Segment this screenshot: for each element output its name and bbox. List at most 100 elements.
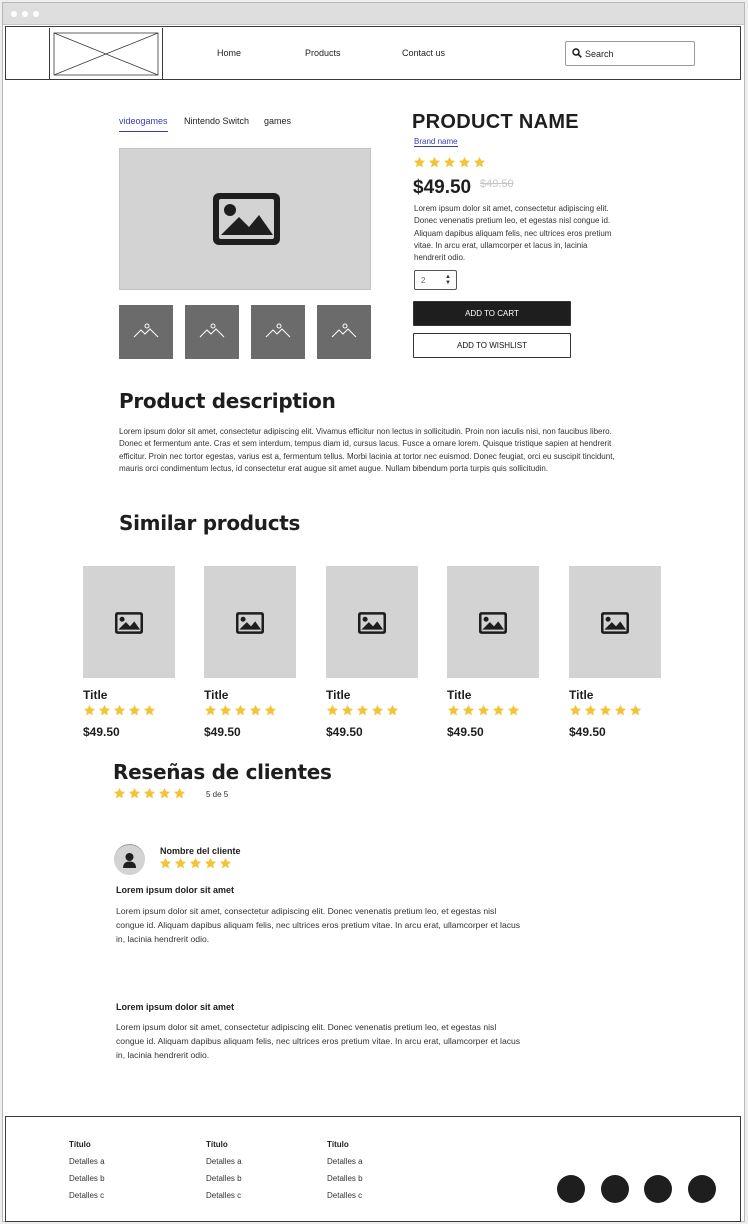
reviewer-rating xyxy=(159,857,232,870)
star-icon xyxy=(189,857,202,869)
similar-product-rating xyxy=(204,704,277,717)
window-dot-icon[interactable] xyxy=(33,11,39,17)
brand-link[interactable]: Brand name xyxy=(414,137,458,147)
star-icon xyxy=(204,857,217,869)
social-icon[interactable] xyxy=(601,1175,629,1203)
star-icon xyxy=(249,704,262,716)
description-heading: Product description xyxy=(119,389,336,413)
similar-product-title[interactable]: Title xyxy=(447,688,471,702)
similar-product-rating xyxy=(326,704,399,717)
window-dot-icon[interactable] xyxy=(22,11,28,17)
star-icon xyxy=(234,704,247,716)
nav-link-contact[interactable]: Contact us xyxy=(402,48,445,58)
image-placeholder-icon xyxy=(213,193,280,245)
footer-link[interactable]: Detalles a xyxy=(327,1157,363,1166)
add-to-wishlist-button[interactable]: ADD TO WISHLIST xyxy=(413,333,571,358)
star-icon xyxy=(128,704,141,716)
star-icon xyxy=(341,704,354,716)
review-body: Lorem ipsum dolor sit amet, consectetur … xyxy=(116,1022,521,1060)
star-icon xyxy=(326,704,339,716)
reviews-average-rating xyxy=(113,787,186,800)
product-thumbnail[interactable] xyxy=(185,305,239,359)
footer-column-title: Título xyxy=(327,1140,349,1149)
nav-link-home[interactable]: Home xyxy=(217,48,241,58)
product-main-image[interactable] xyxy=(119,148,371,290)
nav-link-products[interactable]: Products xyxy=(305,48,341,58)
footer-link[interactable]: Detalles a xyxy=(69,1157,105,1166)
footer-column-title: Título xyxy=(69,1140,91,1149)
star-icon xyxy=(428,156,441,168)
star-icon xyxy=(264,704,277,716)
footer-link[interactable]: Detalles b xyxy=(327,1174,363,1183)
quantity-value: 2 xyxy=(421,276,426,285)
similar-product-image[interactable] xyxy=(447,566,539,678)
breadcrumb-videogames[interactable]: videogames xyxy=(119,116,168,132)
top-navbar: Home Products Contact us xyxy=(5,26,741,80)
window-titlebar xyxy=(3,3,744,25)
similar-product-title[interactable]: Title xyxy=(83,688,107,702)
footer-column: Título Detalles a Detalles b Detalles c xyxy=(327,1140,363,1208)
mountain-icon xyxy=(199,323,225,338)
similar-product-title[interactable]: Title xyxy=(569,688,593,702)
mountain-icon xyxy=(133,323,159,338)
similar-product-card[interactable]: Title $49.50 xyxy=(204,566,297,739)
quantity-stepper[interactable]: 2 ▲ ▼ xyxy=(414,270,457,290)
footer-link[interactable]: Detalles b xyxy=(69,1174,105,1183)
breadcrumb-games[interactable]: games xyxy=(264,116,291,126)
breadcrumb-nintendo-switch[interactable]: Nintendo Switch xyxy=(184,116,249,126)
similar-product-card[interactable]: Title $49.50 xyxy=(569,566,662,739)
similar-product-image[interactable] xyxy=(569,566,661,678)
product-short-description: Lorem ipsum dolor sit amet, consectetur … xyxy=(414,204,612,263)
image-placeholder-icon xyxy=(236,612,264,634)
similar-product-image[interactable] xyxy=(326,566,418,678)
similar-product-card[interactable]: Title $49.50 xyxy=(83,566,176,739)
star-icon xyxy=(158,787,171,799)
user-icon xyxy=(123,853,136,868)
product-thumbnail[interactable] xyxy=(119,305,173,359)
similar-product-price: $49.50 xyxy=(326,725,363,739)
star-icon xyxy=(219,857,232,869)
star-icon xyxy=(143,787,156,799)
product-name: PRODUCT NAME xyxy=(412,111,579,133)
footer-link[interactable]: Detalles c xyxy=(69,1191,105,1200)
star-icon xyxy=(492,704,505,716)
footer-link[interactable]: Detalles c xyxy=(206,1191,242,1200)
stepper-arrows-icon[interactable]: ▲ ▼ xyxy=(445,274,451,286)
search-input[interactable] xyxy=(585,46,689,61)
similar-product-title[interactable]: Title xyxy=(326,688,350,702)
product-thumbnail[interactable] xyxy=(251,305,305,359)
similar-product-price: $49.50 xyxy=(447,725,484,739)
reviewer-name: Nombre del cliente xyxy=(160,846,241,856)
similar-product-title[interactable]: Title xyxy=(204,688,228,702)
similar-product-rating xyxy=(447,704,520,717)
footer-link[interactable]: Detalles c xyxy=(327,1191,363,1200)
social-icon[interactable] xyxy=(557,1175,585,1203)
product-thumbnail[interactable] xyxy=(317,305,371,359)
footer-link[interactable]: Detalles b xyxy=(206,1174,242,1183)
similar-product-rating xyxy=(83,704,156,717)
logo-placeholder[interactable] xyxy=(49,28,163,79)
star-icon xyxy=(462,704,475,716)
star-icon xyxy=(143,704,156,716)
similar-product-image[interactable] xyxy=(83,566,175,678)
similar-product-card[interactable]: Title $49.50 xyxy=(326,566,419,739)
mountain-icon xyxy=(331,323,357,338)
social-icon[interactable] xyxy=(688,1175,716,1203)
star-icon xyxy=(507,704,520,716)
search-box[interactable] xyxy=(565,41,695,66)
review-title: Lorem ipsum dolor sit amet xyxy=(116,885,235,895)
footer-link[interactable]: Detalles a xyxy=(206,1157,242,1166)
window-dot-icon[interactable] xyxy=(11,11,17,17)
social-icon[interactable] xyxy=(644,1175,672,1203)
review-body: Lorem ipsum dolor sit amet, consectetur … xyxy=(116,906,521,944)
similar-product-image[interactable] xyxy=(204,566,296,678)
add-to-cart-button[interactable]: ADD TO CART xyxy=(413,301,571,326)
similar-product-price: $49.50 xyxy=(83,725,120,739)
mountain-icon xyxy=(265,323,291,338)
review-title: Lorem ipsum dolor sit amet xyxy=(116,1002,235,1012)
search-icon xyxy=(572,48,582,58)
star-icon xyxy=(447,704,460,716)
similar-product-card[interactable]: Title $49.50 xyxy=(447,566,540,739)
reviews-heading: Reseñas de clientes xyxy=(113,760,332,784)
browser-window: Home Products Contact us videogames Nint… xyxy=(2,2,745,1222)
